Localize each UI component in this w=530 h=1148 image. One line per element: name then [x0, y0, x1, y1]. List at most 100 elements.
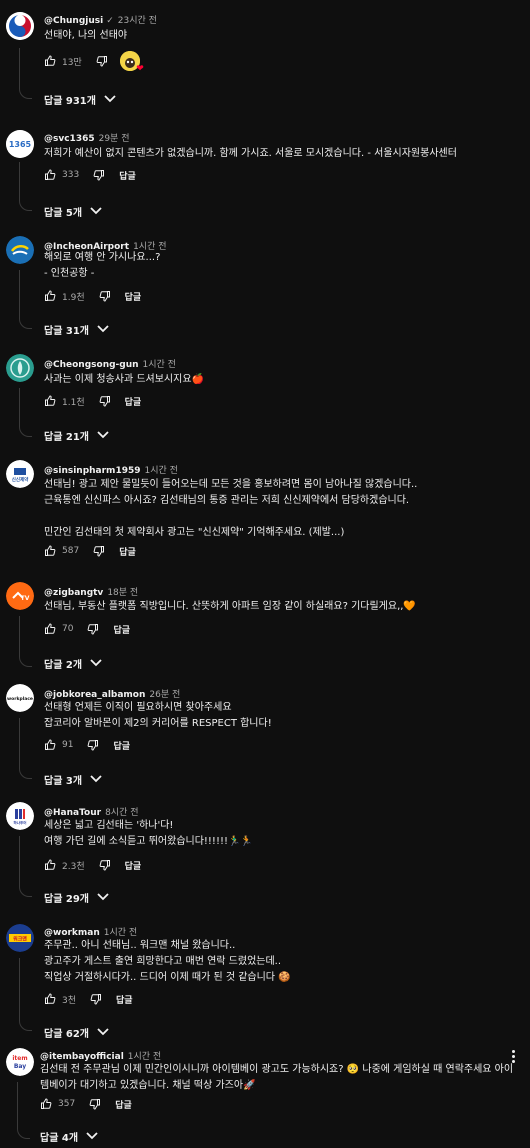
comment-time[interactable]: 18분 전	[107, 588, 138, 598]
avatar[interactable]: item Bay	[6, 1048, 34, 1076]
replies-count: 답글 931개	[44, 95, 96, 107]
replies-count: 답글 2개	[44, 659, 83, 671]
replies-toggle[interactable]: 답글 62개	[44, 1025, 109, 1040]
avatar[interactable]: 하나투어	[6, 802, 34, 830]
comment-time[interactable]: 1시간 전	[143, 360, 176, 370]
comment-text: 해외로 여행 안 가시나요...? - 인천공항 -	[44, 252, 161, 279]
chevron-down-icon	[86, 1132, 98, 1140]
like-count: 1.1천	[62, 397, 85, 408]
comment-actions: 2.3천 답글	[44, 858, 141, 872]
thread-line	[19, 388, 32, 437]
dislike-icon[interactable]	[87, 623, 99, 635]
comment-author[interactable]: @itembayofficial	[40, 1052, 124, 1062]
chevron-down-icon	[90, 659, 102, 667]
avatar[interactable]	[6, 12, 34, 40]
replies-toggle[interactable]: 답글 5개	[44, 204, 102, 219]
dislike-icon[interactable]	[99, 395, 111, 407]
chevron-down-icon	[97, 431, 109, 439]
comment-time[interactable]: 1시간 전	[104, 928, 137, 938]
like-icon[interactable]	[44, 859, 56, 871]
replies-toggle[interactable]: 답글 931개	[44, 92, 116, 107]
replies-count: 답글 31개	[44, 325, 89, 337]
comment-time[interactable]: 23시간 전	[118, 16, 157, 26]
reply-button[interactable]: 답글	[113, 623, 130, 636]
like-count: 13만	[62, 57, 82, 68]
replies-toggle[interactable]: 답글 3개	[44, 772, 102, 787]
dislike-icon[interactable]	[99, 859, 111, 871]
thread-line	[19, 162, 32, 211]
like-icon[interactable]	[44, 55, 56, 67]
replies-toggle[interactable]: 답글 31개	[44, 322, 109, 337]
avatar[interactable]: workplace	[6, 684, 34, 712]
dislike-icon[interactable]	[93, 169, 105, 181]
dislike-icon[interactable]	[87, 739, 99, 751]
replies-toggle[interactable]: 답글 4개	[40, 1129, 98, 1144]
like-icon[interactable]	[44, 993, 56, 1005]
thread-line	[17, 1082, 30, 1139]
reply-button[interactable]: 답글	[115, 1098, 132, 1111]
comment-time[interactable]: 8시간 전	[105, 808, 138, 818]
like-icon[interactable]	[44, 545, 56, 557]
comment-time[interactable]: 29분 전	[99, 134, 130, 144]
comment-header: @sinsinpharm1959 1시간 전	[44, 463, 178, 476]
avatar[interactable]: 신신제약	[6, 460, 34, 488]
comment-actions: 1.9천 답글	[44, 289, 141, 303]
comment-time[interactable]: 1시간 전	[145, 466, 178, 476]
avatar[interactable]: 워크맨	[6, 924, 34, 952]
comment-author[interactable]: @svc1365	[44, 134, 95, 144]
avatar[interactable]: TV	[6, 582, 34, 610]
comment-author[interactable]: @workman	[44, 928, 100, 938]
like-count: 333	[62, 170, 80, 180]
like-count: 91	[62, 740, 74, 750]
comment-author[interactable]: @Cheongsong-gun	[44, 360, 139, 370]
comment-time[interactable]: 1시간 전	[128, 1052, 161, 1062]
like-icon[interactable]	[44, 290, 56, 302]
avatar[interactable]	[6, 354, 34, 382]
comment-actions: 1.1천 답글	[44, 394, 141, 408]
svg-text:신신제약: 신신제약	[12, 476, 29, 483]
replies-toggle[interactable]: 답글 2개	[44, 656, 102, 671]
avatar[interactable]	[6, 236, 34, 264]
comment-actions: 70 답글	[44, 622, 130, 636]
like-icon[interactable]	[44, 623, 56, 635]
comment-author[interactable]: @HanaTour	[44, 808, 101, 818]
svg-text:워크맨: 워크맨	[13, 936, 27, 943]
comment-actions: 91 답글	[44, 738, 130, 752]
comment-actions: 333 답글	[44, 168, 136, 182]
comment-author[interactable]: @Chungjusi	[44, 16, 103, 26]
like-icon[interactable]	[40, 1098, 52, 1110]
avatar[interactable]: 1365	[6, 130, 34, 158]
cheongsong-logo-icon	[6, 354, 34, 382]
comment-author[interactable]: @zigbangtv	[44, 588, 103, 598]
chevron-down-icon	[104, 95, 116, 103]
reply-button[interactable]: 답글	[119, 169, 136, 182]
reply-button[interactable]: 답글	[116, 993, 133, 1006]
reply-button[interactable]: 답글	[125, 290, 142, 303]
replies-toggle[interactable]: 답글 29개	[44, 890, 109, 905]
thread-line	[19, 48, 32, 99]
like-icon[interactable]	[44, 395, 56, 407]
workman-logo-icon: 워크맨	[6, 924, 34, 952]
reply-button[interactable]: 답글	[125, 859, 142, 872]
comment-time[interactable]: 26분 전	[149, 690, 180, 700]
incheon-airport-logo-icon	[6, 236, 34, 264]
chevron-down-icon	[90, 775, 102, 783]
dislike-icon[interactable]	[90, 993, 102, 1005]
like-icon[interactable]	[44, 739, 56, 751]
dislike-icon[interactable]	[96, 55, 108, 67]
replies-toggle[interactable]: 답글 21개	[44, 428, 109, 443]
comment-author[interactable]: @jobkorea_albamon	[44, 690, 145, 700]
comment-text: 선태님, 부동산 플랫폼 직방입니다. 산뜻하게 아파트 임장 같이 하실래요?…	[44, 601, 416, 612]
dislike-icon[interactable]	[99, 290, 111, 302]
reply-button[interactable]: 답글	[119, 545, 136, 558]
comment-text: 저희가 예산이 없지 콘텐츠가 없겠습니까. 함께 가시죠. 서울로 모시겠습니…	[44, 148, 457, 159]
chevron-down-icon	[97, 893, 109, 901]
reply-button[interactable]: 답글	[125, 395, 142, 408]
dislike-icon[interactable]	[93, 545, 105, 557]
reply-button[interactable]: 답글	[113, 739, 130, 752]
like-icon[interactable]	[44, 169, 56, 181]
svg-text:Bay: Bay	[14, 1063, 26, 1070]
dislike-icon[interactable]	[89, 1098, 101, 1110]
svc1365-logo-icon: 1365	[6, 130, 34, 158]
comment-author[interactable]: @sinsinpharm1959	[44, 466, 141, 476]
